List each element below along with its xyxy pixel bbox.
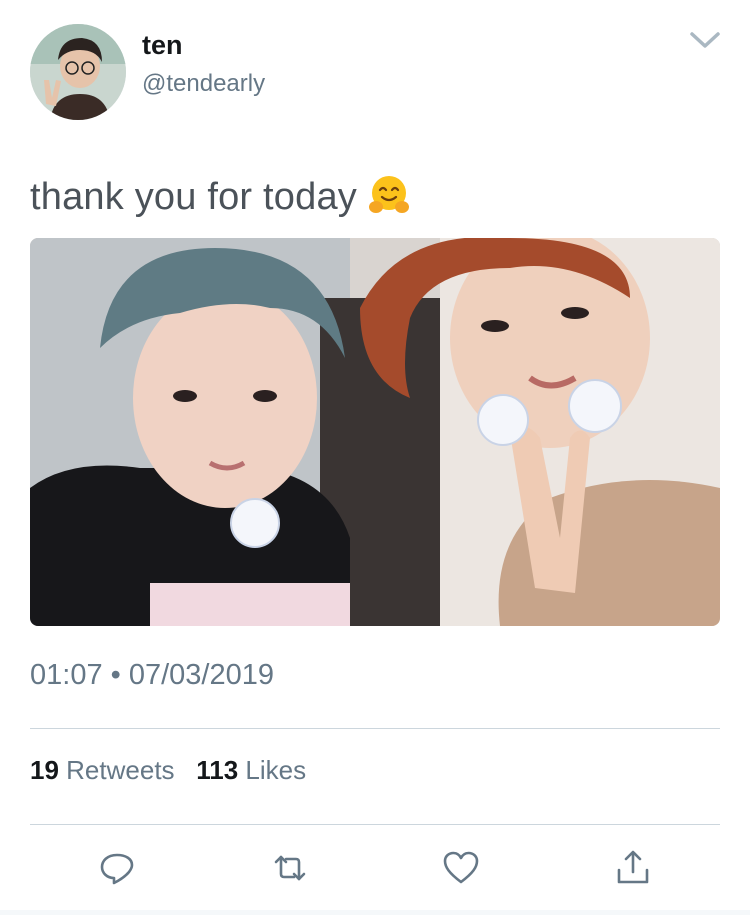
bottom-edge [0,910,750,915]
likes-stat[interactable]: 113 Likes [196,755,306,785]
display-name[interactable]: ten [142,30,183,61]
tweet-text: thank you for today [30,173,411,227]
retweets-label: Retweets [66,755,175,785]
retweet-icon[interactable] [270,848,310,888]
divider [30,728,720,729]
chevron-down-icon[interactable] [688,26,722,52]
reply-icon[interactable] [97,848,137,888]
like-icon[interactable] [441,848,481,888]
likes-count: 113 [196,755,239,785]
tweet-stats: 19 Retweets 113 Likes [30,755,306,786]
user-handle[interactable]: @tendearly [142,70,265,98]
tweet-timestamp[interactable]: 01:07 • 07/03/2019 [30,659,274,692]
retweets-count: 19 [30,755,59,785]
divider [30,824,720,825]
profile-avatar[interactable] [30,24,126,120]
hugging-face-emoji-icon [367,173,411,227]
tweet-text-content: thank you for today [30,176,358,218]
likes-label: Likes [245,755,307,785]
tweet-media-photo[interactable] [30,238,720,626]
share-icon[interactable] [613,848,653,888]
retweets-stat[interactable]: 19 Retweets [30,755,175,785]
